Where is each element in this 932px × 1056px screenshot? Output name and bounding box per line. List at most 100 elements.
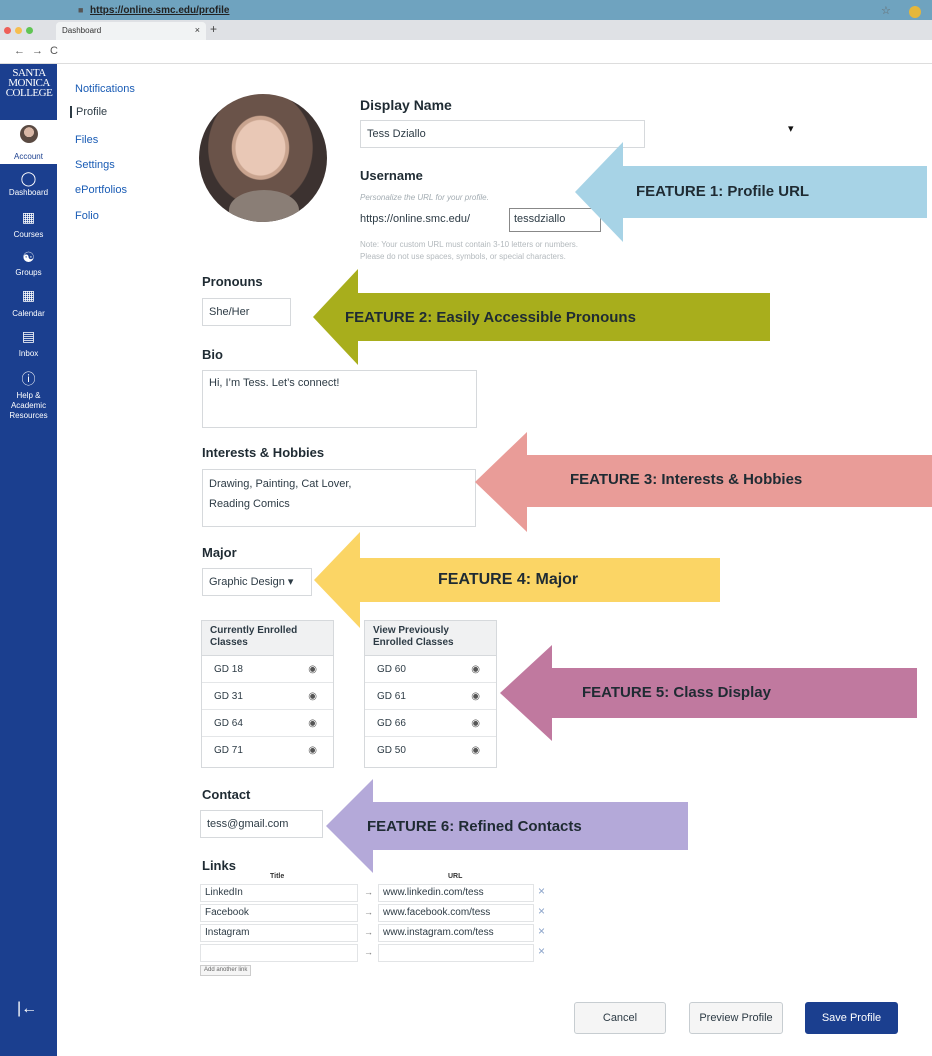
major-select[interactable]: Graphic Design ▾ bbox=[202, 568, 312, 596]
collapse-nav-icon[interactable]: |← bbox=[17, 1000, 37, 1018]
eye-icon[interactable]: ◉ bbox=[471, 683, 480, 710]
link-url-input[interactable] bbox=[378, 944, 534, 962]
subnav-profile[interactable]: Profile bbox=[70, 106, 107, 118]
new-tab-icon[interactable]: + bbox=[210, 22, 217, 36]
maximize-window-icon[interactable] bbox=[26, 27, 33, 34]
arrow-right-icon: → bbox=[364, 887, 373, 897]
links-label: Links bbox=[202, 858, 236, 873]
browser-tab-dashboard[interactable]: Dashboard × bbox=[56, 22, 206, 40]
help-icon[interactable]: ⓘ bbox=[0, 369, 57, 389]
back-icon[interactable]: ← bbox=[14, 45, 25, 57]
remove-link-icon[interactable]: × bbox=[538, 884, 545, 898]
minimize-window-icon[interactable] bbox=[15, 27, 22, 34]
class-row[interactable]: GD 31 ◉ bbox=[202, 683, 333, 710]
username-hint: Personalize the URL for your profile. bbox=[360, 193, 489, 202]
feature-4-label: FEATURE 4: Major bbox=[438, 571, 579, 588]
remove-link-icon[interactable]: × bbox=[538, 944, 545, 958]
eye-icon[interactable]: ◉ bbox=[471, 737, 480, 764]
subnav-files[interactable]: Files bbox=[75, 134, 98, 146]
feature-5-label: FEATURE 5: Class Display bbox=[582, 684, 771, 701]
feature-1-label: FEATURE 1: Profile URL bbox=[636, 183, 810, 200]
close-window-icon[interactable] bbox=[4, 27, 11, 34]
current-classes-header: Currently Enrolled Classes bbox=[202, 621, 333, 656]
eye-icon[interactable]: ◉ bbox=[308, 710, 317, 737]
nav-label-calendar[interactable]: Calendar bbox=[0, 309, 57, 318]
link-title-input[interactable]: Facebook bbox=[200, 904, 358, 922]
eye-icon[interactable]: ◉ bbox=[308, 683, 317, 710]
link-url-input[interactable]: www.facebook.com/tess bbox=[378, 904, 534, 922]
class-row[interactable]: GD 66 ◉ bbox=[365, 710, 496, 737]
save-profile-button[interactable]: Save Profile bbox=[805, 1002, 898, 1034]
courses-icon[interactable]: ▦ bbox=[0, 209, 57, 226]
link-title-input[interactable]: Instagram bbox=[200, 924, 358, 942]
feature-3-label: FEATURE 3: Interests & Hobbies bbox=[570, 471, 803, 488]
class-row[interactable]: GD 71 ◉ bbox=[202, 737, 333, 764]
subnav-notifications[interactable]: Notifications bbox=[75, 83, 135, 95]
eye-icon[interactable]: ◉ bbox=[308, 656, 317, 683]
previous-classes-table: View Previously Enrolled Classes GD 60 ◉ … bbox=[364, 620, 497, 768]
class-row[interactable]: GD 18 ◉ bbox=[202, 656, 333, 683]
eye-icon[interactable]: ◉ bbox=[308, 737, 317, 764]
link-title-input[interactable]: LinkedIn bbox=[200, 884, 358, 902]
groups-icon[interactable]: ☯ bbox=[0, 249, 57, 266]
pronouns-input[interactable]: She/Her bbox=[202, 298, 291, 326]
bio-label: Bio bbox=[202, 347, 223, 362]
class-row[interactable]: GD 60 ◉ bbox=[365, 656, 496, 683]
bio-textarea[interactable]: Hi, I’m Tess. Let’s connect! bbox=[202, 370, 477, 428]
preview-profile-button[interactable]: Preview Profile bbox=[689, 1002, 783, 1034]
contact-input[interactable]: tess@gmail.com bbox=[200, 810, 323, 838]
nav-label-help[interactable]: Help & Academic Resources bbox=[0, 391, 57, 421]
subnav-settings[interactable]: Settings bbox=[75, 159, 115, 171]
current-classes-table: Currently Enrolled Classes GD 18 ◉ GD 31 ◉… bbox=[201, 620, 334, 768]
interests-label: Interests & Hobbies bbox=[202, 445, 325, 460]
forward-icon[interactable]: → bbox=[32, 45, 43, 57]
chevron-down-icon[interactable]: ▾ bbox=[788, 122, 794, 135]
display-name-label: Display Name bbox=[360, 97, 452, 113]
nav-label-account: Account bbox=[14, 152, 43, 161]
major-label: Major bbox=[202, 545, 237, 560]
links-title-header: Title bbox=[270, 873, 285, 880]
link-url-input[interactable]: www.linkedin.com/tess bbox=[378, 884, 534, 902]
arrow-right-icon: → bbox=[364, 947, 373, 957]
nav-label-dashboard[interactable]: Dashboard bbox=[0, 188, 57, 197]
bookmark-star-icon[interactable]: ☆ bbox=[881, 4, 891, 17]
inbox-icon[interactable]: ▤ bbox=[0, 328, 57, 345]
class-row[interactable]: GD 64 ◉ bbox=[202, 710, 333, 737]
links-url-header: URL bbox=[448, 873, 463, 880]
feature-2-label: FEATURE 2: Easily Accessible Pronouns bbox=[345, 309, 636, 326]
arrow-right-icon: → bbox=[364, 907, 373, 917]
link-title-input[interactable] bbox=[200, 944, 358, 962]
tab-title: Dashboard bbox=[62, 26, 102, 35]
class-row[interactable]: GD 50 ◉ bbox=[365, 737, 496, 764]
profile-photo[interactable] bbox=[199, 94, 327, 222]
subnav-eportfolios[interactable]: ePortfolios bbox=[75, 184, 127, 196]
tab-close-icon[interactable]: × bbox=[195, 25, 200, 35]
username-label: Username bbox=[360, 168, 423, 183]
remove-link-icon[interactable]: × bbox=[538, 904, 545, 918]
interests-textarea[interactable]: Drawing, Painting, Cat Lover, Reading Co… bbox=[202, 469, 476, 527]
arrow-right-icon: → bbox=[364, 927, 373, 937]
nav-label-courses[interactable]: Courses bbox=[0, 230, 57, 239]
pronouns-label: Pronouns bbox=[202, 274, 263, 289]
nav-label-groups[interactable]: Groups bbox=[0, 268, 57, 277]
dashboard-icon[interactable]: ◯ bbox=[0, 170, 57, 187]
link-url-input[interactable]: www.instagram.com/tess bbox=[378, 924, 534, 942]
eye-icon[interactable]: ◉ bbox=[471, 656, 480, 683]
browser-profile-avatar[interactable] bbox=[909, 6, 921, 18]
url-field[interactable]: https://online.smc.edu/profile bbox=[90, 5, 229, 16]
eye-icon[interactable]: ◉ bbox=[471, 710, 480, 737]
class-row[interactable]: GD 61 ◉ bbox=[365, 683, 496, 710]
nav-label-inbox[interactable]: Inbox bbox=[0, 349, 57, 358]
username-note-1: Note: Your custom URL must contain 3-10 … bbox=[360, 240, 579, 249]
cancel-button[interactable]: Cancel bbox=[574, 1002, 666, 1034]
major-value: Graphic Design bbox=[209, 576, 285, 588]
remove-link-icon[interactable]: × bbox=[538, 924, 545, 938]
previous-classes-header[interactable]: View Previously Enrolled Classes bbox=[365, 621, 496, 656]
subnav-folio[interactable]: Folio bbox=[75, 210, 99, 222]
add-link-button[interactable]: Add another link bbox=[200, 965, 252, 976]
college-logo[interactable]: SANTA MONICA COLLEGE bbox=[3, 68, 55, 99]
calendar-icon[interactable]: ▦ bbox=[0, 287, 57, 304]
interests-line-2: Reading Comics bbox=[209, 498, 290, 510]
account-avatar bbox=[20, 125, 38, 143]
reload-icon[interactable]: C bbox=[50, 45, 58, 57]
